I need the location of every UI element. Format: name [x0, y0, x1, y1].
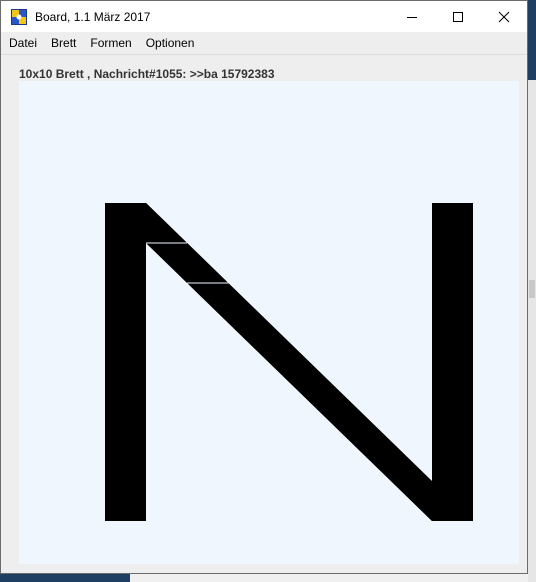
menu-datei[interactable]: Datei [3, 32, 43, 54]
background-scroll-thumb [529, 280, 535, 298]
board-canvas[interactable] [19, 81, 519, 564]
minimize-icon [407, 16, 417, 18]
menu-bar: Datei Brett Formen Optionen [1, 32, 527, 55]
window-title: Board, 1.1 März 2017 [35, 9, 151, 24]
maximize-button[interactable] [435, 1, 481, 32]
close-button[interactable] [481, 1, 527, 32]
board-window: Board, 1.1 März 2017 Datei Brett Formen … [0, 0, 528, 574]
menu-optionen[interactable]: Optionen [140, 32, 201, 54]
window-controls [389, 1, 527, 32]
status-message: 10x10 Brett , Nachricht#1055: >>ba 15792… [19, 67, 275, 81]
menu-formen[interactable]: Formen [84, 32, 137, 54]
background-window-edge [528, 80, 536, 582]
app-icon [11, 8, 27, 25]
menu-brett[interactable]: Brett [45, 32, 82, 54]
close-icon [498, 11, 510, 22]
title-bar[interactable]: Board, 1.1 März 2017 [1, 1, 527, 32]
minimize-button[interactable] [389, 1, 435, 32]
letter-n-shape [105, 203, 473, 521]
maximize-icon [453, 11, 463, 22]
